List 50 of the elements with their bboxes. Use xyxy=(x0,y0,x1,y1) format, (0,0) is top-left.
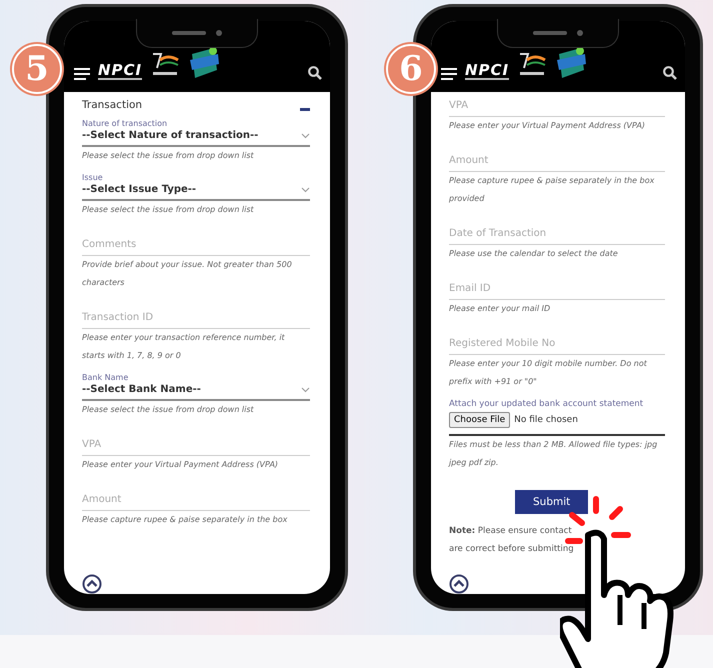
file-status: No file chosen xyxy=(514,415,578,425)
input-field[interactable]: Amount xyxy=(82,474,310,511)
field-hint: Please select the issue from drop down list xyxy=(82,150,255,162)
chevron-down-icon xyxy=(301,386,310,392)
submit-button[interactable]: Submit xyxy=(515,490,588,514)
field-hint: Files must be less than 2 MB. Allowed file types: jpg jpeg pdf zip. xyxy=(449,439,658,469)
field-label: Bank Name xyxy=(82,373,130,382)
field-hint: Please enter your Virtual Payment Address (VPA) xyxy=(82,459,280,471)
field-hint: Please enter your transaction reference number, it starts with 1, 7, 8, 9 or 0 xyxy=(82,332,286,362)
field-label: Issue xyxy=(82,173,104,182)
input-field[interactable]: Amount xyxy=(449,135,665,172)
note-text: are correct before submitting xyxy=(449,543,575,556)
menu-icon[interactable] xyxy=(441,68,457,80)
step-badge: 5 xyxy=(12,44,62,94)
input-field[interactable]: Registered Mobile No xyxy=(449,318,665,355)
brand-logo: NPCI xyxy=(465,63,510,80)
badge-icon xyxy=(555,46,588,80)
input-field[interactable]: VPA xyxy=(82,419,310,456)
dropdown-field[interactable]: --Select Bank Name-- xyxy=(82,382,310,401)
scroll-up-icon[interactable] xyxy=(82,574,102,594)
field-hint: Please enter your Virtual Payment Address (VPA) xyxy=(449,120,646,132)
field-hint: Please select the issue from drop down list xyxy=(82,204,255,216)
scroll-up-icon[interactable] xyxy=(449,574,469,594)
field-hint: Please select the issue from drop down list xyxy=(82,404,255,416)
search-icon[interactable] xyxy=(308,66,322,80)
dropdown-field[interactable]: --Select Nature of transaction-- xyxy=(82,128,310,147)
field-hint: Please enter your mail ID xyxy=(449,303,552,315)
section-title: Transaction xyxy=(82,98,142,110)
menu-icon[interactable] xyxy=(74,68,90,80)
field-hint: Please use the calendar to select the date xyxy=(449,248,619,260)
field-hint: Please capture rupee & paise separately in the box xyxy=(82,514,288,526)
input-field[interactable]: VPA xyxy=(449,98,665,117)
badge-icon xyxy=(188,46,220,80)
chevron-down-icon xyxy=(301,132,310,138)
dropdown-field[interactable]: --Select Issue Type-- xyxy=(82,182,310,201)
field-label: Nature of transaction xyxy=(82,119,168,128)
note-text: Note: Please ensure contact xyxy=(449,525,573,538)
choose-file-button[interactable]: Choose File xyxy=(449,412,510,428)
input-field[interactable]: Comments xyxy=(82,219,310,256)
input-field[interactable]: Email ID xyxy=(449,263,665,300)
chevron-down-icon xyxy=(301,186,310,192)
search-icon[interactable] xyxy=(663,66,677,80)
brand-logo: NPCI xyxy=(98,63,142,80)
field-hint: Please enter your 10 digit mobile number. Do not prefix with +91 or "0" xyxy=(449,358,648,388)
step-badge: 6 xyxy=(386,44,436,94)
input-field[interactable]: Date of Transaction xyxy=(449,208,665,245)
input-field[interactable]: Transaction ID xyxy=(82,292,310,329)
field-label: Attach your updated bank account statement xyxy=(449,399,644,409)
field-hint: Please capture rupee & paise separately in the box provided xyxy=(449,175,656,205)
field-hint: Provide brief about your issue. Not greater than 500 characters xyxy=(82,259,293,289)
